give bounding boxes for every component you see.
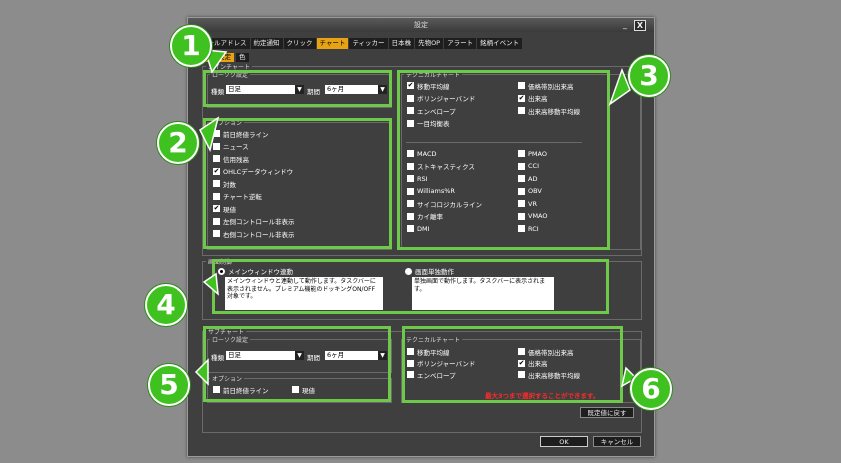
callout-3: 3 (628, 55, 670, 97)
callout-4: 4 (145, 284, 187, 326)
pointer-5 (194, 358, 209, 386)
callout-5: 5 (148, 364, 190, 406)
callout-2: 2 (157, 122, 199, 164)
pointer-2 (199, 116, 220, 153)
pointer-4 (202, 272, 219, 296)
callout-pointers (194, 49, 638, 388)
callout-1: 1 (170, 25, 212, 67)
pointer-3 (608, 67, 631, 106)
callout-6: 6 (630, 368, 672, 410)
